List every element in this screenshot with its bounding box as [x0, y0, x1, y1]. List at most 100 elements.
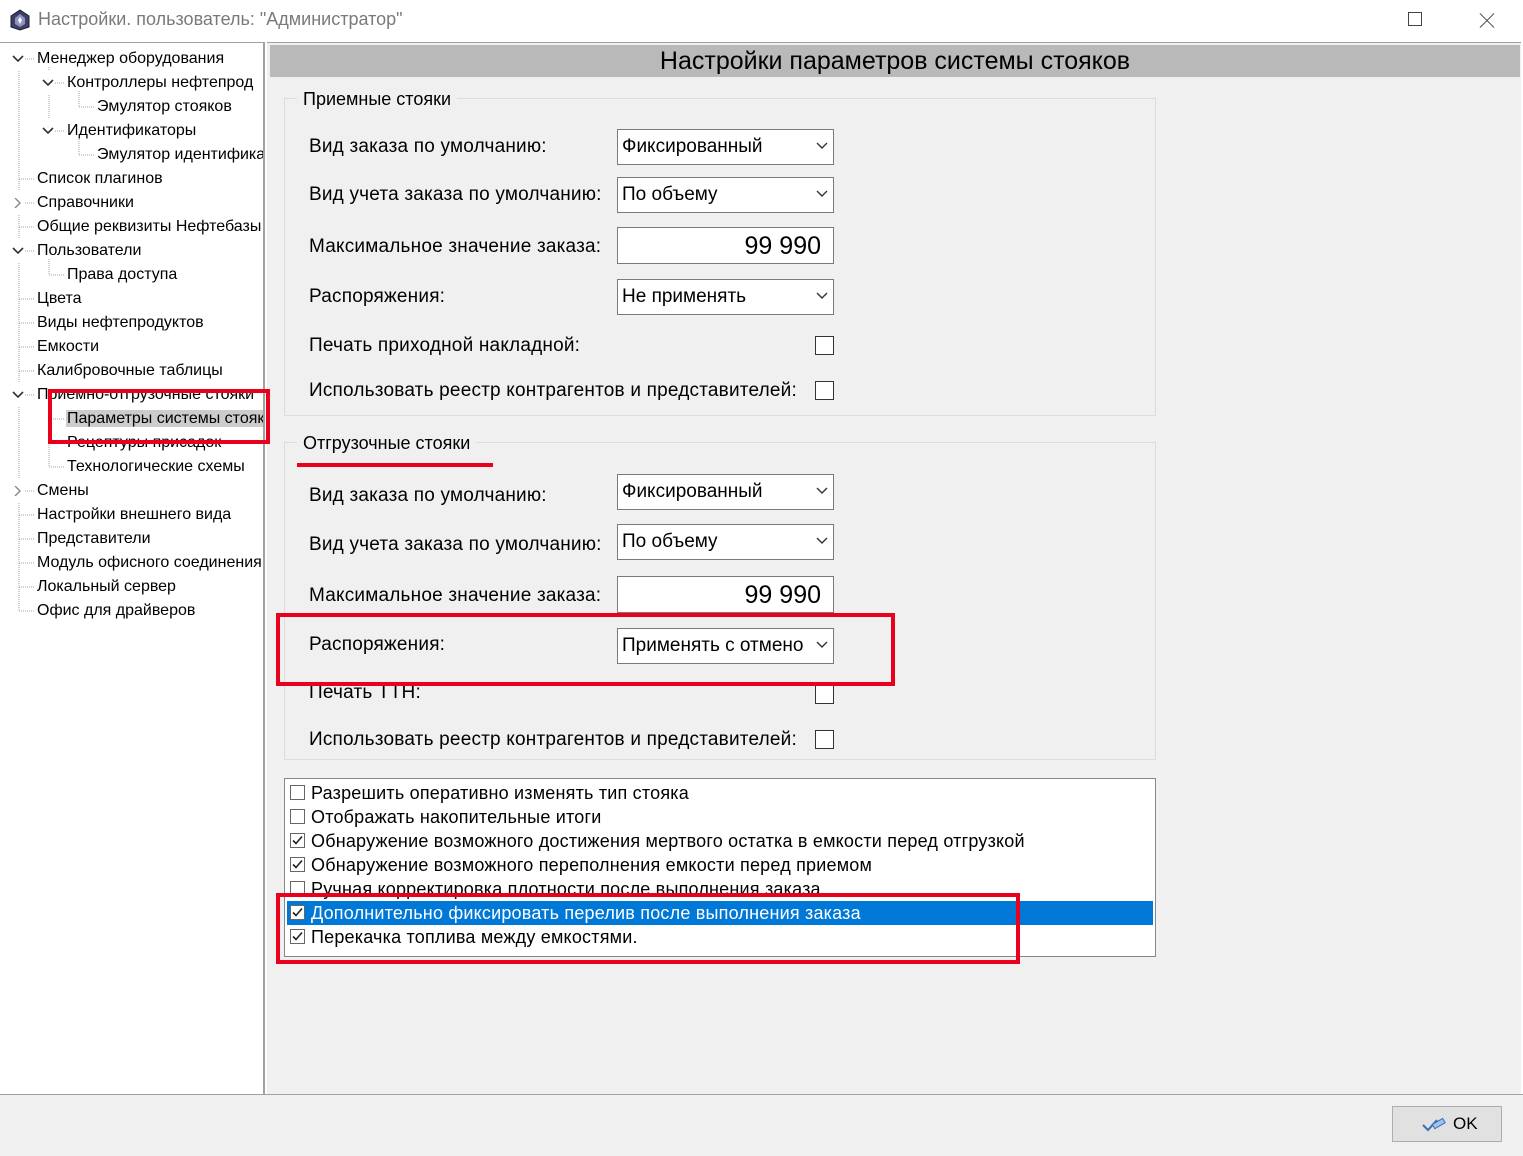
shipping-risers-legend: Отгрузочные стояки [297, 432, 477, 454]
receiving-order-type-select[interactable]: Фиксированный [617, 129, 834, 165]
option-item[interactable]: Обнаружение возможного достижения мертво… [287, 829, 1153, 853]
shipping-registry-checkbox[interactable] [815, 730, 834, 749]
dialog-footer: OK [0, 1094, 1523, 1156]
receiving-order-type-label: Вид заказа по умолчанию: [309, 136, 547, 157]
tree-item[interactable]: Общие реквизиты Нефтебазы [36, 215, 262, 239]
checkmark-pencil-icon [1422, 1117, 1446, 1132]
receiving-print-checkbox[interactable] [815, 336, 834, 355]
tree-item[interactable]: Контроллеры нефтепрод [66, 71, 254, 95]
option-item-label: Обнаружение возможного достижения мертво… [311, 831, 1025, 851]
tree-item[interactable]: Технологические схемы [66, 455, 246, 479]
unchecked-checkbox-icon[interactable] [290, 809, 305, 824]
tree-item[interactable]: Эмулятор стояков [96, 95, 233, 119]
tree-item-label: Технологические схемы [67, 458, 245, 475]
checked-checkbox-icon[interactable] [290, 857, 305, 872]
receiving-max-order-label: Максимальное значение заказа: [309, 236, 602, 257]
option-item[interactable]: Обнаружение возможного переполнения емко… [287, 853, 1153, 877]
title-bar: Настройки. пользователь: "Администратор" [0, 0, 1523, 42]
annotation-highlight-tree [48, 389, 270, 444]
tree-item[interactable]: Список плагинов [36, 167, 164, 191]
tree-item[interactable]: Справочники [36, 191, 135, 215]
tree-item[interactable]: Настройки внешнего вида [36, 503, 232, 527]
receiving-print-label: Печать приходной накладной: [309, 335, 581, 356]
tree-item[interactable]: Модуль офисного соединения [36, 551, 263, 575]
tree-item[interactable]: Локальный сервер [36, 575, 177, 599]
maximize-button[interactable] [1380, 0, 1450, 42]
tree-item-label: Настройки внешнего вида [37, 506, 232, 523]
option-item-label: Обнаружение возможного переполнения емко… [311, 855, 873, 875]
tree-item-label: Виды нефтепродуктов [37, 314, 204, 331]
tree-item-label: Общие реквизиты Нефтебазы [37, 218, 262, 235]
chevron-down-icon [816, 537, 828, 544]
tree-item-label: Список плагинов [37, 170, 163, 187]
shipping-max-order-label: Максимальное значение заказа: [309, 585, 602, 606]
receiving-accounting-select[interactable]: По объему [617, 177, 834, 213]
shipping-registry-label: Использовать реестр контрагентов и предс… [309, 729, 797, 750]
unchecked-checkbox-icon[interactable] [290, 785, 305, 800]
receiving-risers-legend: Приемные стояки [297, 88, 458, 110]
tree-expand-chevron-down-icon[interactable] [11, 383, 25, 407]
receiving-order-type-value: Фиксированный [622, 136, 763, 157]
tree-item[interactable]: Менеджер оборудования [36, 47, 225, 71]
tree-expand-chevron-right-icon[interactable] [11, 479, 25, 503]
chevron-down-icon [816, 190, 828, 197]
tree-item-label: Эмулятор идентифика [97, 146, 265, 163]
option-item[interactable]: Отображать накопительные итоги [287, 805, 1153, 829]
tree-item-label: Справочники [37, 194, 134, 211]
settings-tree[interactable]: Менеджер оборудования Контроллеры нефтепр… [0, 42, 265, 1094]
tree-item-label: Идентификаторы [67, 122, 197, 139]
annotation-underline-shipping [297, 463, 493, 467]
annotation-highlight-options [276, 893, 1020, 964]
tree-expand-chevron-down-icon[interactable] [11, 239, 25, 263]
maximize-icon [1408, 12, 1422, 26]
shipping-print-checkbox[interactable] [815, 685, 834, 704]
tree-item-label: Менеджер оборудования [37, 50, 225, 67]
shipping-order-type-value: Фиксированный [622, 481, 763, 502]
annotation-highlight-orders [276, 613, 895, 686]
receiving-orders-label: Распоряжения: [309, 286, 446, 307]
tree-item[interactable]: Идентификаторы [66, 119, 197, 143]
tree-expand-chevron-down-icon[interactable] [41, 71, 55, 95]
tree-item-label: Емкости [37, 338, 100, 355]
tree-item[interactable]: Калибровочные таблицы [36, 359, 224, 383]
receiving-registry-checkbox[interactable] [815, 381, 834, 400]
shipping-max-order-input[interactable]: 99 990 [617, 576, 834, 613]
tree-item[interactable]: Пользователи [36, 239, 142, 263]
app-logo-icon [10, 9, 30, 31]
checked-checkbox-icon[interactable] [290, 833, 305, 848]
option-item-label: Разрешить оперативно изменять тип стояка [311, 783, 689, 803]
tree-item[interactable]: Эмулятор идентифика [96, 143, 265, 167]
tree-item[interactable]: Емкости [36, 335, 100, 359]
window-title: Настройки. пользователь: "Администратор" [38, 9, 403, 29]
tree-item-label: Локальный сервер [37, 578, 176, 595]
tree-item[interactable]: Офис для драйверов [36, 599, 196, 623]
shipping-accounting-select[interactable]: По объему [617, 524, 834, 560]
tree-item[interactable]: Виды нефтепродуктов [36, 311, 205, 335]
tree-item-label: Контроллеры нефтепрод [67, 74, 254, 91]
tree-expand-chevron-down-icon[interactable] [41, 119, 55, 143]
ok-button[interactable]: OK [1392, 1106, 1502, 1142]
tree-item-label: Модуль офисного соединения [37, 554, 262, 571]
tree-item[interactable]: Представители [36, 527, 152, 551]
tree-expand-chevron-right-icon[interactable] [11, 191, 25, 215]
tree-item-label: Цвета [37, 290, 82, 307]
tree-item-label: Представители [37, 530, 151, 547]
option-item-label: Отображать накопительные итоги [311, 807, 602, 827]
receiving-orders-value: Не применять [622, 286, 747, 307]
receiving-accounting-value: По объему [622, 184, 718, 205]
tree-item[interactable]: Права доступа [66, 263, 178, 287]
tree-item-label: Права доступа [67, 266, 178, 283]
shipping-order-type-select[interactable]: Фиксированный [617, 474, 834, 510]
receiving-orders-select[interactable]: Не применять [617, 279, 834, 315]
chevron-down-icon [816, 292, 828, 299]
shipping-max-order-value: 99 990 [744, 581, 821, 609]
receiving-max-order-input[interactable]: 99 990 [617, 227, 834, 264]
option-item[interactable]: Разрешить оперативно изменять тип стояка [287, 781, 1153, 805]
tree-item[interactable]: Цвета [36, 287, 83, 311]
page-header: Настройки параметров системы стояков [270, 45, 1520, 77]
tree-item[interactable]: Смены [36, 479, 90, 503]
close-button[interactable] [1450, 0, 1520, 42]
shipping-accounting-label: Вид учета заказа по умолчанию: [309, 534, 602, 555]
tree-expand-chevron-down-icon[interactable] [11, 47, 25, 71]
tree-item-label: Эмулятор стояков [97, 98, 232, 115]
